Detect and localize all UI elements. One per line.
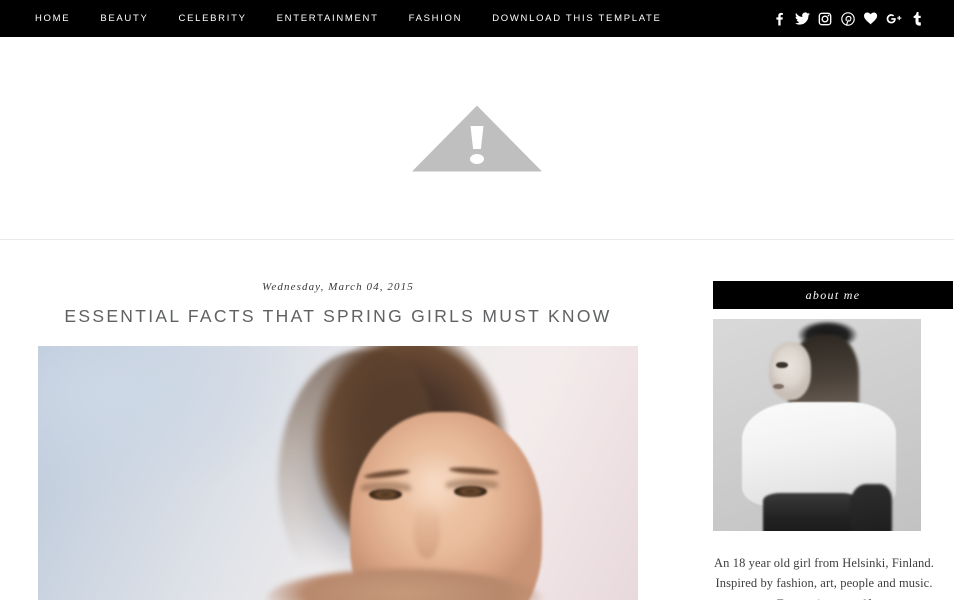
- sidebar: about me An 18 year old girl from Helsin…: [676, 240, 954, 600]
- bloglovin-heart-icon[interactable]: [860, 8, 882, 30]
- social-links: [767, 8, 928, 30]
- nav-item-download-this-template[interactable]: DOWNLOAD THIS TEMPLATE: [492, 0, 661, 37]
- nav-item-entertainment[interactable]: ENTERTAINMENT: [277, 0, 395, 37]
- main-menu: HOME BEAUTY CELEBRITY ENTERTAINMENT FASH…: [35, 0, 662, 37]
- about-photo-eye: [776, 362, 788, 368]
- post-date: Wednesday, March 04, 2015: [262, 281, 414, 293]
- nav-item-fashion[interactable]: FASHION: [409, 0, 479, 37]
- about-photo-skirt: [762, 492, 859, 531]
- broken-image-icon: [401, 97, 553, 179]
- instagram-icon[interactable]: [814, 8, 836, 30]
- top-navigation-bar: HOME BEAUTY CELEBRITY ENTERTAINMENT FASH…: [0, 0, 954, 37]
- blog-header: [0, 37, 954, 240]
- tumblr-icon[interactable]: [906, 8, 928, 30]
- google-plus-icon[interactable]: [883, 8, 905, 30]
- pinterest-icon[interactable]: [837, 8, 859, 30]
- about-photo-arm: [850, 484, 892, 531]
- post-image-eye-right: [454, 485, 487, 497]
- post-featured-image[interactable]: [38, 345, 638, 600]
- nav-item-beauty[interactable]: BEAUTY: [100, 0, 164, 37]
- twitter-icon[interactable]: [791, 8, 813, 30]
- content-wrapper: Wednesday, March 04, 2015 ESSENTIAL FACT…: [0, 240, 954, 600]
- main-post-column: Wednesday, March 04, 2015 ESSENTIAL FACT…: [0, 240, 676, 600]
- about-me-photo: [713, 319, 921, 531]
- post-title[interactable]: ESSENTIAL FACTS THAT SPRING GIRLS MUST K…: [38, 305, 638, 328]
- about-me-text: An 18 year old girl from Helsinki, Finla…: [714, 556, 934, 600]
- about-photo-lips: [773, 383, 784, 390]
- facebook-icon[interactable]: [768, 8, 790, 30]
- post-image-nose: [413, 503, 440, 560]
- nav-item-home[interactable]: HOME: [35, 0, 86, 37]
- post-image-eye-left: [369, 489, 402, 500]
- about-photo-face: [769, 342, 811, 400]
- about-me-widget-title: about me: [713, 281, 953, 309]
- nav-item-celebrity[interactable]: CELEBRITY: [179, 0, 263, 37]
